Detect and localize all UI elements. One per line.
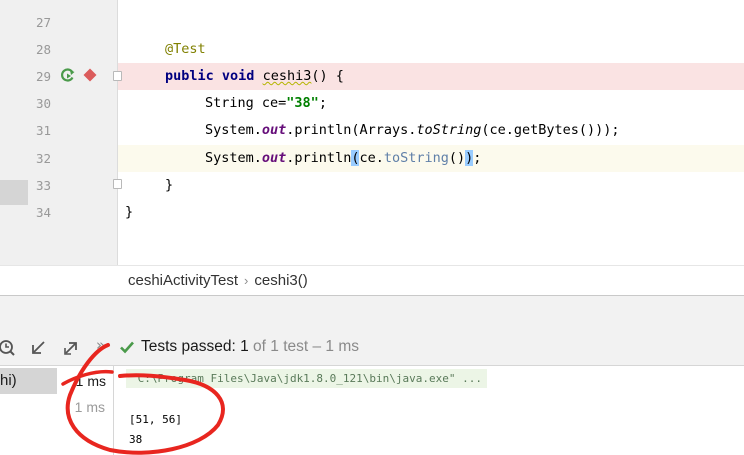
code-editor[interactable]: 27 28 @Test 29 public void ceshi3() { 30… [0, 0, 744, 265]
passed-count: 1 [240, 338, 249, 355]
type-string: String [205, 95, 254, 111]
tree-row[interactable]: hi) 1 ms [0, 368, 114, 394]
test-annotation: @Test [165, 41, 206, 57]
line-number: 30 [36, 96, 52, 111]
empty-args: () [448, 150, 466, 166]
overflow-chevron-icon[interactable]: » [96, 336, 105, 354]
code-line-28[interactable]: 28 @Test [0, 36, 744, 63]
closing-brace: } [125, 204, 134, 220]
method-tostring: toString [383, 150, 449, 166]
semicolon: ; [473, 150, 482, 166]
java-command-line[interactable]: "C:\Program Files\Java\jdk1.8.0_121\bin\… [126, 369, 487, 388]
run-test-icon[interactable] [60, 67, 76, 83]
line-number: 28 [36, 42, 52, 57]
fold-marker-icon[interactable] [113, 179, 122, 189]
breadcrumb-separator: › [244, 273, 249, 288]
history-icon[interactable] [0, 339, 16, 357]
semicolon: ; [318, 95, 327, 111]
import-tests-icon[interactable] [29, 339, 47, 357]
println-call: .println(Arrays. [286, 122, 417, 138]
line-number: 27 [36, 15, 52, 30]
static-method-tostring: toString [416, 122, 482, 138]
call-args: (ce.getBytes())); [481, 122, 620, 138]
keyword-void: void [221, 68, 255, 84]
system-ref: System. [205, 150, 262, 166]
breakpoint-icon[interactable] [83, 68, 97, 82]
line-number: 32 [36, 151, 52, 166]
tree-row-duration: 1 ms [74, 399, 105, 415]
static-field-out: out [261, 150, 287, 166]
variable-ref: ce. [359, 150, 384, 166]
run-toolbar: » Tests passed: 1 of 1 test – 1 ms [0, 328, 744, 366]
static-field-out: out [261, 122, 287, 138]
line-number: 29 [36, 69, 52, 84]
test-status: Tests passed: 1 of 1 test – 1 ms [141, 328, 359, 366]
export-tests-icon[interactable] [62, 339, 80, 357]
status-prefix: Tests passed: [141, 338, 236, 355]
code-line-29[interactable]: 29 public void ceshi3() { [0, 63, 744, 90]
code-line-30[interactable]: 30 String ce="38"; [0, 90, 744, 117]
tests-passed-check-icon [120, 341, 134, 354]
code-line-31[interactable]: 31 System.out.println(Arrays.toString(ce… [0, 117, 744, 144]
tree-row-duration: 1 ms [75, 373, 106, 389]
string-literal: "38" [286, 95, 319, 111]
code-line-32[interactable]: 32 System.out.println(ce.toString()); [0, 145, 744, 172]
code-line-27[interactable]: 27 [0, 9, 744, 36]
test-results-tree: hi) 1 ms 1 ms [0, 366, 114, 455]
output-line: 38 [129, 433, 143, 446]
system-ref: System. [205, 122, 262, 138]
closing-brace: } [165, 177, 174, 193]
output-line: [51, 56] [129, 413, 182, 426]
keyword-public: public [165, 68, 214, 84]
code-line-33[interactable]: 33 } [0, 172, 744, 199]
tool-window-header [0, 295, 744, 328]
line-number: 34 [36, 205, 52, 220]
method-name: ceshi3 [262, 68, 312, 84]
line-number: 33 [36, 178, 52, 193]
method-signature-rest: () { [311, 68, 344, 84]
status-suffix: of 1 test – 1 ms [253, 338, 359, 355]
breadcrumb: ceshiActivityTest › ceshi3() [0, 265, 744, 295]
variable-decl: ce= [253, 95, 287, 111]
code-line-34[interactable]: 34 } [0, 199, 744, 226]
line-number: 31 [36, 123, 52, 138]
console-output[interactable]: "C:\Program Files\Java\jdk1.8.0_121\bin\… [114, 366, 744, 455]
breadcrumb-class[interactable]: ceshiActivityTest [128, 272, 238, 289]
breadcrumb-method[interactable]: ceshi3() [254, 272, 307, 289]
println-call: .println [286, 150, 352, 166]
fold-marker-icon[interactable] [113, 71, 122, 81]
tree-row-label: hi) [0, 372, 17, 389]
